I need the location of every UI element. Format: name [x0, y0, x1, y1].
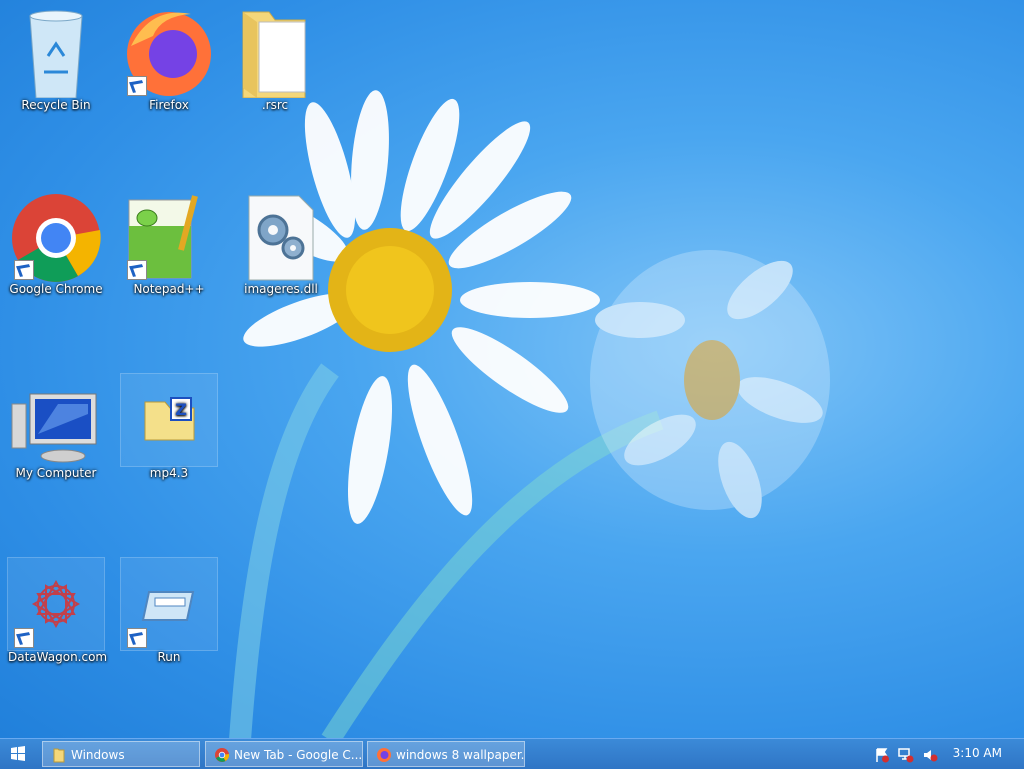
desktop-icon-label: My Computer — [15, 466, 97, 480]
zip-folder-icon: Z — [144, 397, 195, 441]
desktop-icon-notepadpp[interactable]: Notepad++ — [121, 190, 217, 297]
desktop-icon-recycle-bin[interactable]: Recycle Bin — [8, 6, 104, 113]
desktop-icon-label: Firefox — [149, 98, 189, 112]
taskbar-item-firefox[interactable]: windows 8 wallpaper... — [367, 741, 525, 767]
desktop-icon-label: DataWagon.com — [8, 650, 108, 664]
desktop-icon-label: Recycle Bin — [21, 98, 91, 112]
taskbar-item-label: windows 8 wallpaper... — [396, 748, 525, 762]
desktop-icon-label: Google Chrome — [9, 282, 103, 296]
taskbar-item-windows[interactable]: Windows — [42, 741, 200, 767]
shortcut-arrow-icon — [127, 628, 147, 648]
taskbar-item-label: New Tab - Google C... — [234, 748, 363, 762]
recycle-bin-icon — [29, 10, 83, 99]
desktop-icon-my-computer[interactable]: My Computer — [8, 374, 104, 481]
folder-icon — [53, 748, 65, 763]
desktop-icon-label: Notepad++ — [133, 282, 205, 296]
desktop-icon-label: Run — [157, 650, 181, 664]
desktop-icon-datawagon[interactable]: DataWagon.com — [7, 557, 108, 665]
desktop-icon-firefox[interactable]: Firefox — [121, 6, 217, 113]
volume-muted-icon[interactable] — [922, 747, 938, 763]
shortcut-arrow-icon — [14, 260, 34, 280]
start-button[interactable] — [6, 743, 30, 765]
folder-icon — [242, 11, 306, 99]
desktop-icon-label: mp4.3 — [149, 466, 189, 480]
desktop-icon-google-chrome[interactable]: Google Chrome — [8, 190, 104, 297]
svg-text:Z: Z — [175, 400, 187, 419]
taskbar-clock[interactable]: 3:10 AM — [953, 746, 1002, 760]
shortcut-arrow-icon — [127, 260, 147, 280]
action-center-flag-icon[interactable] — [874, 747, 890, 763]
taskbar-item-chrome[interactable]: New Tab - Google C... — [205, 741, 363, 767]
desktop-icon-rsrc[interactable]: .rsrc — [227, 6, 323, 113]
firefox-icon — [377, 748, 391, 762]
taskbar-item-label: Windows — [71, 748, 125, 762]
chrome-icon — [215, 748, 230, 762]
desktop-icon-run[interactable]: Run — [120, 557, 218, 665]
network-icon[interactable] — [898, 747, 914, 763]
windows-logo-icon — [11, 746, 25, 761]
desktop-icon-imageres-dll[interactable]: imageres.dll — [233, 190, 329, 297]
dll-file-icon — [248, 195, 314, 281]
taskbar: Windows New Tab - Google C... windows 8 … — [0, 738, 1024, 769]
shortcut-arrow-icon — [127, 76, 147, 96]
desktop-icon-label: imageres.dll — [244, 282, 318, 296]
desktop-icon-mp4-3[interactable]: Z mp4.3 — [120, 373, 218, 481]
computer-icon — [11, 393, 97, 463]
desktop-icon-label: .rsrc — [261, 98, 289, 112]
shortcut-arrow-icon — [14, 628, 34, 648]
